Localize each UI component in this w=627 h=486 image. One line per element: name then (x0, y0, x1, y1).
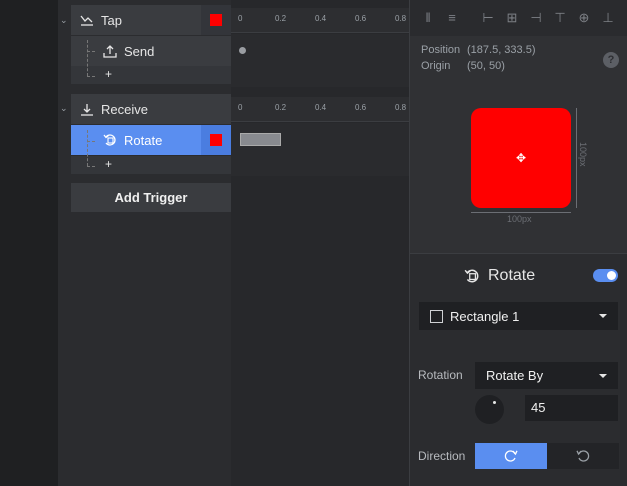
position-value: (187.5, 333.5) (467, 44, 536, 56)
align-top-icon[interactable]: ⊤ (552, 10, 568, 26)
trigger-label-tap: Tap (101, 12, 122, 28)
target-layer-select[interactable]: Rectangle 1 (419, 302, 618, 330)
add-plus: + (105, 67, 113, 81)
rotation-value-input[interactable]: 45 (525, 395, 618, 421)
inspector-panel: ‖ ≡ ⊢ ⊞ ⊣ ⊤ ⊕ ⊥ Position (187.5, 333.5) … (409, 0, 627, 486)
tree-connector (87, 76, 95, 77)
add-response-tap-button[interactable]: + (71, 66, 231, 84)
layer-checkbox[interactable] (430, 309, 443, 323)
position-readout: Position (187.5, 333.5) (421, 44, 536, 56)
tree-gutter (58, 0, 71, 486)
rotate-color-swatch[interactable] (201, 125, 231, 155)
ruler-tick-label: 0.2 (275, 14, 287, 23)
help-icon[interactable]: ? (603, 52, 619, 68)
height-dimension: 100px (576, 108, 588, 208)
ruler-tick-label: 0 (238, 103, 243, 112)
width-dimension: 100px (471, 212, 571, 224)
rotate-icon (464, 268, 480, 284)
layer-preview-rectangle[interactable]: ✥ (471, 108, 571, 208)
dial-indicator (493, 401, 496, 404)
tree-connector (87, 130, 88, 166)
add-trigger-button[interactable]: Add Trigger (71, 183, 231, 212)
ruler-tick-label: 0.6 (355, 14, 367, 23)
ruler-tick-label: 0.2 (275, 103, 287, 112)
origin-value: (50, 50) (467, 60, 505, 72)
add-response-receive-button[interactable]: + (71, 156, 231, 174)
direction-clockwise-button[interactable] (475, 443, 547, 469)
origin-label: Origin (421, 60, 451, 72)
rotation-label: Rotation (418, 368, 463, 382)
response-row-rotate[interactable]: Rotate (71, 125, 231, 155)
timeline-ruler-tap[interactable]: 0 0.2 0.4 0.6 0.8 (231, 8, 409, 33)
swatch-chip (210, 134, 222, 146)
origin-readout: Origin (50, 50) (421, 60, 505, 72)
trigger-tracks: Tap Send + Receive Rotate + Add Trigger (71, 0, 231, 486)
distribute-vertical-icon[interactable]: ≡ (444, 10, 460, 26)
response-row-send[interactable]: Send (71, 36, 231, 66)
tree-connector (87, 51, 95, 52)
response-label-rotate: Rotate (124, 132, 163, 148)
rotate-icon (102, 132, 118, 148)
toggle-knob (607, 271, 616, 280)
animation-duration-bar[interactable] (240, 133, 281, 146)
canvas-edge (0, 0, 58, 486)
response-label-send: Send (124, 43, 155, 59)
direction-counterclockwise-button[interactable] (547, 443, 619, 469)
app-root: ⌄ ⌄ Tap Send + Receive Rotate + Add Trig… (0, 0, 627, 486)
animation-properties: Rotate Rectangle 1 Rotation Rotate By 45… (410, 253, 627, 486)
target-layer-value: Rectangle 1 (450, 308, 520, 324)
send-icon (102, 43, 118, 59)
tap-icon (79, 12, 95, 28)
swatch-chip (210, 14, 222, 26)
align-left-icon[interactable]: ⊢ (480, 10, 496, 26)
add-plus: + (105, 157, 113, 171)
ruler-tick-label: 0.8 (395, 14, 407, 23)
animation-enabled-toggle[interactable] (593, 269, 618, 282)
tap-color-swatch[interactable] (201, 5, 231, 35)
animation-header: Rotate (464, 267, 535, 285)
rotate-clockwise-icon (504, 450, 518, 462)
collapse-tap-chevron-icon[interactable]: ⌄ (60, 15, 70, 25)
height-label: 100px (578, 142, 588, 167)
rotation-mode-select[interactable]: Rotate By (475, 362, 618, 389)
align-toolbar: ‖ ≡ ⊢ ⊞ ⊣ ⊤ ⊕ ⊥ (410, 0, 627, 36)
align-center-horizontal-icon[interactable]: ⊞ (504, 10, 520, 26)
tree-connector (87, 166, 95, 167)
chevron-down-icon (599, 373, 607, 378)
ruler-tick-label: 0 (238, 14, 243, 23)
width-label: 100px (507, 214, 532, 224)
ruler-tick-label: 0.4 (315, 103, 327, 112)
timeline-track-send (231, 34, 409, 87)
distribute-horizontal-icon[interactable]: ‖ (420, 10, 436, 26)
trigger-label-receive: Receive (101, 101, 148, 117)
position-label: Position (421, 44, 461, 56)
ruler-tick-label: 0.6 (355, 103, 367, 112)
timeline-track-rotate (231, 123, 409, 176)
timeline: 0 0.2 0.4 0.6 0.8 0 0.2 0.4 0.6 0.8 (231, 0, 409, 486)
rotation-mode-value: Rotate By (486, 368, 544, 383)
animation-title: Rotate (488, 267, 536, 284)
rotate-counterclockwise-icon (576, 450, 590, 462)
tree-connector (87, 40, 88, 76)
align-bottom-icon[interactable]: ⊥ (600, 10, 616, 26)
tree-connector (87, 141, 95, 142)
ruler-tick-label: 0.4 (315, 14, 327, 23)
chevron-down-icon (599, 314, 607, 318)
move-handle-icon[interactable]: ✥ (514, 151, 528, 165)
trigger-row-tap[interactable]: Tap (71, 5, 231, 35)
receive-icon (79, 101, 95, 117)
timeline-ruler-receive[interactable]: 0 0.2 0.4 0.6 0.8 (231, 97, 409, 122)
ruler-tick-label: 0.8 (395, 103, 407, 112)
direction-label: Direction (418, 449, 466, 463)
keyframe-dot[interactable] (239, 47, 246, 54)
rotation-dial[interactable] (475, 395, 504, 424)
trigger-row-receive[interactable]: Receive (71, 94, 231, 124)
align-middle-vertical-icon[interactable]: ⊕ (576, 10, 592, 26)
collapse-receive-chevron-icon[interactable]: ⌄ (60, 103, 70, 113)
align-right-icon[interactable]: ⊣ (528, 10, 544, 26)
